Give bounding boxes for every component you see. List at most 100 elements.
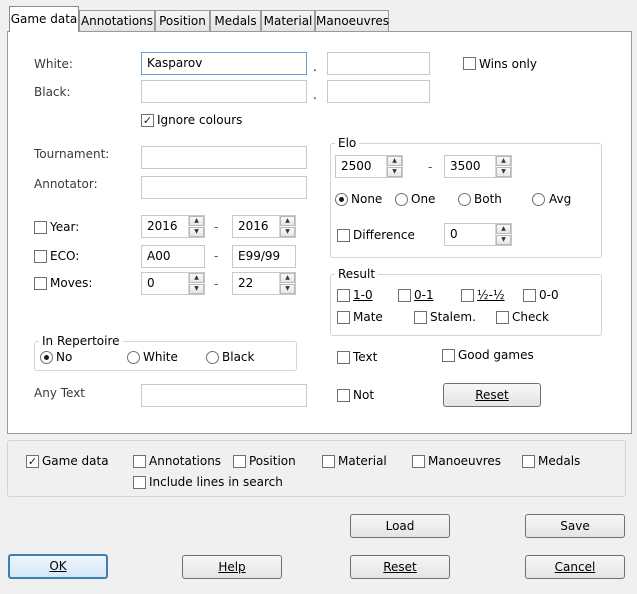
moves-checkbox[interactable] [34,277,47,290]
moves-from-stepper[interactable]: 0 ▲ ▼ [141,272,205,295]
spin-down-icon[interactable]: ▼ [189,227,204,237]
white-firstname-input[interactable] [327,52,430,75]
help-button-label: Help [218,560,246,574]
search-material-checkbox[interactable] [322,455,335,468]
spin-down-icon[interactable]: ▼ [189,284,204,294]
result-stalemate-label: Stalem. [430,310,476,324]
tournament-input[interactable] [141,146,307,169]
reset-button[interactable]: Reset [350,555,450,579]
wins-only-checkbox[interactable] [463,57,476,70]
result-check-label: Check [512,310,549,324]
result-checkbox-draw[interactable] [461,289,474,302]
elo-none-label: None [351,192,383,206]
result-checkbox-no-result[interactable] [523,289,536,302]
search-manoeuvres-label: Manoeuvres [428,454,502,468]
good-games-checkbox[interactable] [442,349,455,362]
result-checkbox-black-win[interactable] [398,289,411,302]
tab-manoeuvres[interactable]: Manoeuvres [315,10,389,31]
tab-material[interactable]: Material [261,10,315,31]
year-checkbox[interactable] [34,221,47,234]
result-no-result-label: 0-0 [539,288,559,302]
result-checkbox-stalemate[interactable] [414,311,427,324]
black-firstname-input[interactable] [327,80,430,103]
spin-down-icon[interactable]: ▼ [496,235,511,245]
repertoire-radio-black[interactable] [206,351,219,364]
search-game-data-checkbox[interactable]: ✓ [26,455,39,468]
spin-down-icon[interactable]: ▼ [280,227,295,237]
difference-checkbox[interactable] [337,229,350,242]
eco-to-input[interactable]: E99/99 [232,245,296,268]
load-button[interactable]: Load [350,514,450,538]
not-checkbox[interactable] [337,389,350,402]
elo-radio-one[interactable] [395,193,408,206]
text-checkbox[interactable] [337,351,350,364]
elo-to-stepper[interactable]: 3500 ▲ ▼ [444,155,512,178]
help-button[interactable]: Help [182,555,282,579]
elo-one-label: One [411,192,436,206]
repertoire-radio-white[interactable] [127,351,140,364]
year-from-value: 2016 [147,219,178,233]
include-lines-label: Include lines in search [149,475,283,489]
good-games-label: Good games [458,348,534,362]
difference-value: 0 [450,227,458,241]
year-to-value: 2016 [238,219,269,233]
spin-up-icon[interactable]: ▲ [280,216,295,226]
spin-up-icon[interactable]: ▲ [189,216,204,226]
search-game-data-label: Game data [42,454,109,468]
include-lines-checkbox[interactable] [133,476,146,489]
search-annotations-checkbox[interactable] [133,455,146,468]
search-position-checkbox[interactable] [233,455,246,468]
moves-to-stepper[interactable]: 22 ▲ ▼ [232,272,296,295]
result-mate-label: Mate [353,310,383,324]
white-name-input[interactable]: Kasparov [141,52,307,75]
search-material-label: Material [338,454,387,468]
annotator-label: Annotator: [34,177,98,191]
year-dash: - [214,220,219,234]
search-manoeuvres-checkbox[interactable] [412,455,425,468]
repertoire-no-label: No [56,350,73,364]
ok-button[interactable]: OK [8,554,108,579]
elo-from-stepper[interactable]: 2500 ▲ ▼ [335,155,403,178]
year-from-stepper[interactable]: 2016 ▲ ▼ [141,215,205,238]
result-checkbox-mate[interactable] [337,311,350,324]
spin-down-icon[interactable]: ▼ [280,284,295,294]
cancel-button[interactable]: Cancel [525,555,625,579]
save-button[interactable]: Save [525,514,625,538]
moves-from-value: 0 [147,276,155,290]
tab-medals[interactable]: Medals [210,10,261,31]
search-medals-checkbox[interactable] [522,455,535,468]
elo-radio-both[interactable] [458,193,471,206]
spin-up-icon[interactable]: ▲ [496,224,511,234]
eco-checkbox[interactable] [34,250,47,263]
moves-dash: - [214,277,219,291]
white-label: White: [34,57,73,71]
result-checkbox-white-win[interactable] [337,289,350,302]
tab-position[interactable]: Position [155,10,210,31]
white-separator: . [313,60,317,74]
spin-up-icon[interactable]: ▲ [387,156,402,166]
ignore-colours-checkbox[interactable]: ✓ [141,114,154,127]
tab-annotations[interactable]: Annotations [79,10,155,31]
difference-stepper[interactable]: 0 ▲ ▼ [444,223,512,246]
elo-radio-none[interactable] [335,193,348,206]
black-name-input[interactable] [141,80,307,103]
annotator-input[interactable] [141,176,307,199]
tab-game-data[interactable]: Game data [9,6,79,32]
result-checkbox-check[interactable] [496,311,509,324]
spin-up-icon[interactable]: ▲ [496,156,511,166]
year-to-stepper[interactable]: 2016 ▲ ▼ [232,215,296,238]
moves-label: Moves: [50,276,93,290]
repertoire-radio-no[interactable] [40,351,53,364]
search-in-group [7,440,626,497]
any-text-input[interactable] [141,384,307,407]
spin-up-icon[interactable]: ▲ [280,273,295,283]
elo-radio-avg[interactable] [532,193,545,206]
elo-to-value: 3500 [450,159,481,173]
spin-down-icon[interactable]: ▼ [387,167,402,177]
spin-down-icon[interactable]: ▼ [496,167,511,177]
eco-from-input[interactable]: A00 [141,245,205,268]
wins-only-label: Wins only [479,57,537,71]
elo-avg-label: Avg [549,192,572,206]
spin-up-icon[interactable]: ▲ [189,273,204,283]
text-reset-button[interactable]: Reset [443,383,541,407]
